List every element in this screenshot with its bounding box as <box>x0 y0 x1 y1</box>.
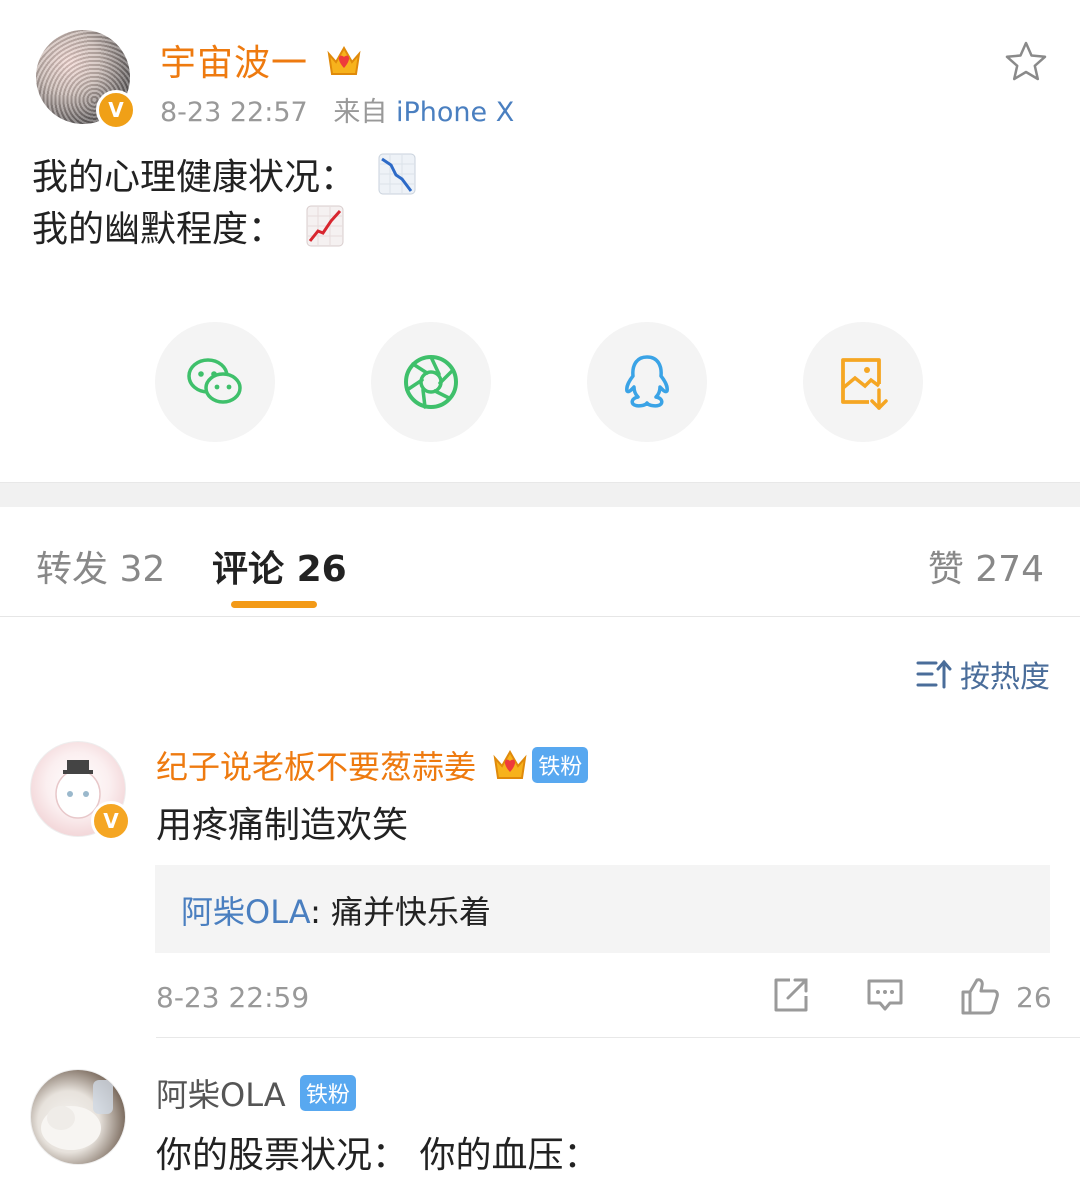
crown-icon <box>326 44 362 87</box>
crown-icon <box>492 748 528 790</box>
post-source[interactable]: iPhone X <box>396 97 514 128</box>
sort-by-heat-button[interactable]: 按热度 <box>916 652 1050 696</box>
share-wechat-button[interactable] <box>155 322 275 442</box>
save-image-icon <box>841 358 888 410</box>
tab-like[interactable]: 赞 274 <box>928 540 1044 592</box>
fan-badge: 铁粉 <box>299 1075 356 1111</box>
reply-text: 痛并快乐着 <box>320 893 492 931</box>
comment-like-count: 26 <box>1016 981 1052 1014</box>
post-body: 我的心理健康状况： 我的幽默程度： <box>32 152 416 256</box>
reply-username[interactable]: 阿柴OLA <box>181 893 310 931</box>
tab-repost-label: 转发 <box>36 549 109 590</box>
comment-username[interactable]: 阿柴OLA 铁粉 <box>156 1070 356 1116</box>
reply-comment-icon[interactable] <box>866 976 904 1018</box>
moments-icon <box>404 355 458 409</box>
tab-comment-count: 26 <box>296 549 347 590</box>
qq-icon <box>625 355 669 408</box>
share-moments-button[interactable] <box>371 322 491 442</box>
like-comment-icon[interactable] <box>960 976 1000 1020</box>
poster-name-text[interactable]: 宇宙波一 <box>160 43 308 84</box>
post-time: 8-23 22:57 <box>160 97 308 128</box>
tab-comment[interactable]: 评论 26 <box>212 540 347 592</box>
fan-badge: 铁粉 <box>532 747 589 783</box>
comment-text: 用疼痛制造欢笑 <box>156 805 409 846</box>
tab-repost[interactable]: 转发 32 <box>36 540 165 592</box>
tab-comment-label: 评论 <box>212 549 285 590</box>
poster-name[interactable]: 宇宙波一 <box>160 34 362 87</box>
favorite-star-icon[interactable] <box>1004 40 1048 86</box>
post-line-2: 我的幽默程度： <box>32 204 416 256</box>
comment-username-text[interactable]: 阿柴OLA <box>156 1076 286 1114</box>
save-image-button[interactable] <box>803 322 923 442</box>
source-prefix: 来自 <box>333 97 388 128</box>
post-meta: 8-23 22:57 来自 iPhone X <box>160 90 514 129</box>
sort-icon <box>916 659 952 689</box>
share-qq-button[interactable] <box>587 322 707 442</box>
verified-badge: V <box>96 90 136 130</box>
post-line-2-text: 我的幽默程度： <box>32 209 285 250</box>
wechat-icon <box>187 358 242 404</box>
comment-text: 你的股票状况： 你的血压： <box>156 1135 600 1176</box>
post-line-1-text: 我的心理健康状况： <box>32 157 357 198</box>
post-line-1: 我的心理健康状况： <box>32 152 416 204</box>
comment-time: 8-23 22:59 <box>156 981 310 1014</box>
active-tab-indicator <box>231 601 317 608</box>
comment-username-text[interactable]: 纪子说老板不要葱蒜姜 <box>156 748 476 786</box>
comment-avatar[interactable] <box>30 1069 126 1165</box>
section-divider <box>0 482 1080 507</box>
comment-divider <box>156 1037 1080 1038</box>
chart-increasing-emoji-icon <box>306 205 344 247</box>
sort-label: 按热度 <box>960 660 1050 695</box>
repost-comment-icon[interactable] <box>772 976 810 1018</box>
comment-username[interactable]: 纪子说老板不要葱蒜姜 铁粉 <box>156 742 589 790</box>
reply-separator: : <box>310 893 321 931</box>
tabs-divider <box>0 616 1080 617</box>
tab-like-count: 274 <box>975 549 1044 590</box>
tab-like-label: 赞 <box>927 549 964 590</box>
verified-badge: V <box>91 801 131 841</box>
reply-preview[interactable]: 阿柴OLA: 痛并快乐着 <box>155 865 1050 953</box>
tab-repost-count: 32 <box>119 549 166 590</box>
reply-content: 阿柴OLA: 痛并快乐着 <box>181 887 491 933</box>
chart-decreasing-emoji-icon <box>378 153 416 195</box>
